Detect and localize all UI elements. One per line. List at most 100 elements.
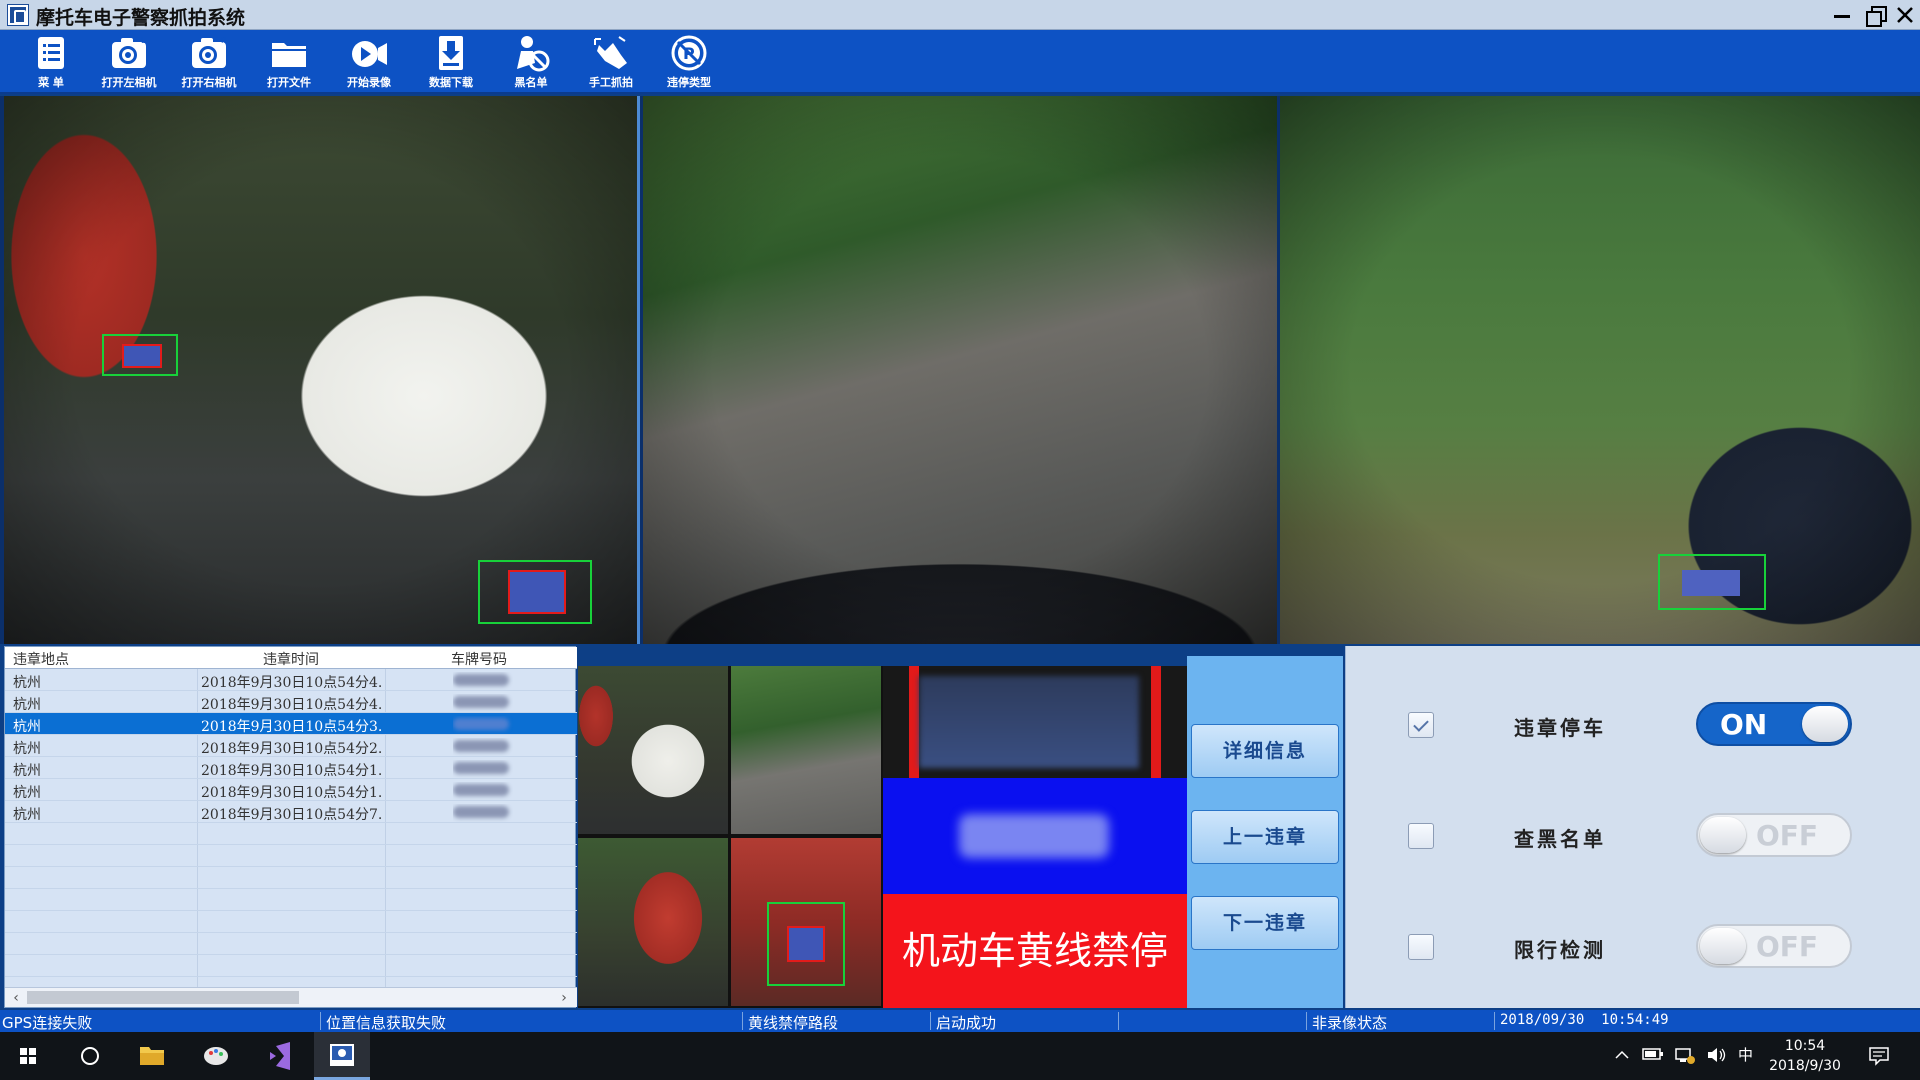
header-plate[interactable]: 车牌号码 (451, 649, 507, 669)
show-hidden-icons-icon[interactable] (1614, 1048, 1630, 1062)
taskbar-capture-app[interactable] (314, 1032, 370, 1080)
start-button[interactable] (0, 1032, 56, 1080)
menu-button-label: 菜 单 (38, 76, 64, 89)
open-file-button[interactable]: 打开文件 (252, 33, 326, 93)
no-parking-type-icon: P (671, 35, 707, 71)
row-plate-blurred (453, 782, 513, 800)
camera-view-right[interactable] (1280, 96, 1920, 644)
status-divider (930, 1012, 931, 1030)
scrollbar-thumb[interactable] (27, 991, 299, 1004)
thumbnail-capture-4[interactable] (731, 838, 881, 1006)
volume-icon[interactable] (1706, 1046, 1728, 1064)
gps-status: GPS连接失败 (2, 1014, 93, 1032)
system-clock[interactable]: 10:54 2018/9/30 (1764, 1036, 1846, 1076)
taskbar-paint-app[interactable] (188, 1032, 244, 1080)
notification-center-icon[interactable] (1868, 1046, 1890, 1066)
parking-violation-type-button[interactable]: P 违停类型 (652, 33, 726, 93)
network-icon[interactable] (1674, 1045, 1696, 1065)
table-row[interactable]: 杭州 2018年9月30日10点54分1... (5, 779, 577, 801)
control-row-illegal-parking: 违章停车 ON (1346, 700, 1920, 750)
road-status: 黄线禁停路段 (748, 1014, 839, 1032)
close-icon (1897, 7, 1913, 23)
detail-info-button[interactable]: 详细信息 (1191, 724, 1339, 778)
row-time: 2018年9月30日10点54分3... (201, 719, 381, 735)
visual-studio-icon (270, 1042, 290, 1070)
previous-violation-button[interactable]: 上一违章 (1191, 810, 1339, 864)
horizontal-scrollbar[interactable]: ‹ › (5, 987, 577, 1007)
open-left-camera-label: 打开左相机 (101, 76, 157, 89)
restriction-check-toggle[interactable]: OFF (1696, 924, 1852, 968)
header-location[interactable]: 违章地点 (13, 649, 69, 669)
blacklist-button[interactable]: 黑名单 (494, 33, 568, 93)
scroll-left-icon[interactable]: ‹ (7, 989, 25, 1007)
menu-list-icon (38, 37, 64, 69)
blacklist-check-toggle[interactable]: OFF (1696, 813, 1852, 857)
blacklist-check-checkbox[interactable] (1408, 823, 1434, 849)
battery-icon[interactable] (1642, 1046, 1664, 1062)
location-status: 位置信息获取失败 (326, 1014, 447, 1032)
plate-region (122, 344, 162, 368)
row-location: 杭州 (13, 697, 41, 713)
row-location: 杭州 (13, 719, 41, 735)
app-logo-icon (8, 5, 28, 25)
status-datetime: 2018/09/30 10:54:49 (1500, 1012, 1669, 1028)
cortana-circle-icon (81, 1047, 99, 1065)
recognized-plate (883, 778, 1187, 894)
thumbnail-capture-3[interactable] (578, 838, 728, 1006)
violation-type-label: 机动车黄线禁停 (883, 894, 1187, 1008)
table-row[interactable]: 杭州 2018年9月30日10点54分4... (5, 691, 577, 713)
table-row-empty (5, 823, 577, 845)
row-plate-blurred (453, 716, 513, 734)
illegal-parking-label: 违章停车 (1514, 716, 1606, 740)
open-right-camera-button[interactable]: R 打开右相机 (172, 33, 246, 93)
manual-capture-button[interactable]: 手工抓拍 (574, 33, 648, 93)
table-row-empty (5, 867, 577, 889)
illegal-parking-toggle[interactable]: ON (1696, 702, 1852, 746)
table-row-empty (5, 889, 577, 911)
row-plate-blurred (453, 694, 513, 712)
plate-region (787, 926, 825, 962)
camera-view-center[interactable] (643, 96, 1277, 644)
row-location: 杭州 (13, 807, 41, 823)
table-row[interactable]: 杭州 2018年9月30日10点54分7... (5, 801, 577, 823)
status-divider (742, 1012, 743, 1030)
manual-capture-label: 手工抓拍 (589, 76, 633, 89)
input-method-indicator[interactable]: 中 (1738, 1044, 1753, 1065)
data-download-button[interactable]: 数据下载 (414, 33, 488, 93)
camera-view-left[interactable] (4, 96, 640, 644)
clock-time: 10:54 (1784, 1038, 1826, 1054)
taskbar-file-explorer[interactable] (124, 1032, 180, 1080)
app-window: 摩托车电子警察抓拍系统 菜 单 L 打开左相机 R 打开右相机 打开文件 开始录… (0, 0, 1920, 1080)
taskbar-visual-studio[interactable] (252, 1032, 308, 1080)
toggle-state-text: OFF (1756, 930, 1819, 963)
minimize-button[interactable] (1822, 0, 1860, 30)
close-button[interactable] (1886, 0, 1920, 30)
os-taskbar: 中 10:54 2018/9/30 (0, 1032, 1920, 1080)
header-time[interactable]: 违章时间 (263, 649, 319, 669)
row-location: 杭州 (13, 785, 41, 801)
table-row[interactable]: 杭州 2018年9月30日10点54分2... (5, 735, 577, 757)
start-recording-label: 开始录像 (347, 76, 391, 89)
table-row[interactable]: 杭州 2018年9月30日10点54分1... (5, 757, 577, 779)
table-row-selected[interactable]: 杭州 2018年9月30日10点54分3... (5, 713, 577, 735)
illegal-parking-checkbox[interactable] (1408, 712, 1434, 738)
svg-text:R: R (221, 36, 227, 45)
blacklist-icon (517, 36, 550, 72)
open-left-camera-button[interactable]: L 打开左相机 (92, 33, 166, 93)
next-violation-button[interactable]: 下一违章 (1191, 896, 1339, 950)
table-row-empty (5, 933, 577, 955)
plate-region (1682, 570, 1740, 596)
toggle-knob (1802, 706, 1848, 742)
thumbnail-capture-2[interactable] (731, 666, 881, 834)
search-button[interactable] (62, 1032, 118, 1080)
plate-detection-box (102, 334, 178, 376)
menu-button[interactable]: 菜 单 (14, 33, 88, 93)
start-recording-button[interactable]: 开始录像 (332, 33, 406, 93)
thumbnail-capture-1[interactable] (578, 666, 728, 834)
restriction-check-checkbox[interactable] (1408, 934, 1434, 960)
row-time: 2018年9月30日10点54分1... (201, 763, 381, 779)
video-record-icon (352, 41, 387, 67)
table-row[interactable]: 杭州 2018年9月30日10点54分4... (5, 669, 577, 691)
scroll-right-icon[interactable]: › (555, 989, 573, 1007)
open-file-label: 打开文件 (267, 76, 311, 89)
